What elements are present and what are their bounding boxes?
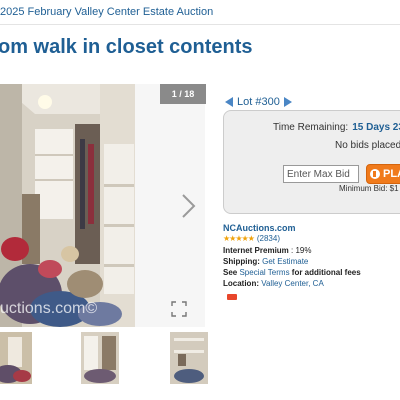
breadcrumb-divider xyxy=(0,24,400,25)
photo-thumbnail[interactable] xyxy=(81,332,119,384)
time-remaining-value: 15 Days 23 H xyxy=(352,122,400,133)
minimum-bid: Minimum Bid: $1 xyxy=(339,184,399,193)
closet-photo-illustration xyxy=(0,84,135,327)
location-label: Location: xyxy=(223,279,259,288)
premium-value: : 19% xyxy=(291,246,312,255)
breadcrumb[interactable]: 2025 February Valley Center Estate Aucti… xyxy=(0,6,213,18)
bid-status: No bids placed xyxy=(335,140,400,151)
main-photo[interactable] xyxy=(0,84,135,327)
shipping: Shipping: Get Estimate xyxy=(223,257,308,266)
shipping-label: Shipping: xyxy=(223,257,260,266)
rating-count[interactable]: (2834) xyxy=(257,234,280,243)
seller-name[interactable]: NCAuctions.com xyxy=(223,223,296,233)
max-bid-input[interactable] xyxy=(283,165,359,183)
expand-icon[interactable] xyxy=(171,301,187,317)
time-remaining: Time Remaining:15 Days 23 H xyxy=(273,122,400,133)
terms-prefix: See xyxy=(223,268,238,277)
special-terms: See Special Terms for additional fees xyxy=(223,268,361,277)
triangle-right-icon[interactable] xyxy=(283,97,292,107)
badge-icon xyxy=(227,294,237,300)
seller-rating: ★★★★★ (2834) xyxy=(223,234,280,243)
place-bid-label: PLA xyxy=(383,168,400,180)
photo-thumbnail[interactable] xyxy=(170,332,208,384)
place-bid-button[interactable]: PLA xyxy=(366,164,400,184)
chevron-right-icon[interactable] xyxy=(179,192,199,220)
info-icon xyxy=(370,169,380,179)
photo-watermark: uctions.com© xyxy=(0,300,98,317)
page-title: om walk in closet contents xyxy=(0,36,253,58)
photo-thumbnail[interactable] xyxy=(0,332,32,384)
internet-premium: Internet Premium : 19% xyxy=(223,246,312,255)
shipping-estimate-link[interactable]: Get Estimate xyxy=(262,257,308,266)
special-terms-link[interactable]: Special Terms xyxy=(239,268,289,277)
lot-number: Lot #300 xyxy=(237,96,280,108)
location: Location: Valley Center, CA xyxy=(223,279,324,288)
photo-counter: 1 / 18 xyxy=(160,84,206,104)
triangle-left-icon[interactable] xyxy=(225,97,233,107)
star-rating-icon: ★★★★★ xyxy=(223,234,255,243)
terms-suffix: for additional fees xyxy=(291,268,361,277)
lot-navigation: Lot #300 xyxy=(225,96,292,108)
premium-label: Internet Premium xyxy=(223,246,289,255)
location-link[interactable]: Valley Center, CA xyxy=(261,279,324,288)
time-remaining-label: Time Remaining: xyxy=(273,122,349,133)
